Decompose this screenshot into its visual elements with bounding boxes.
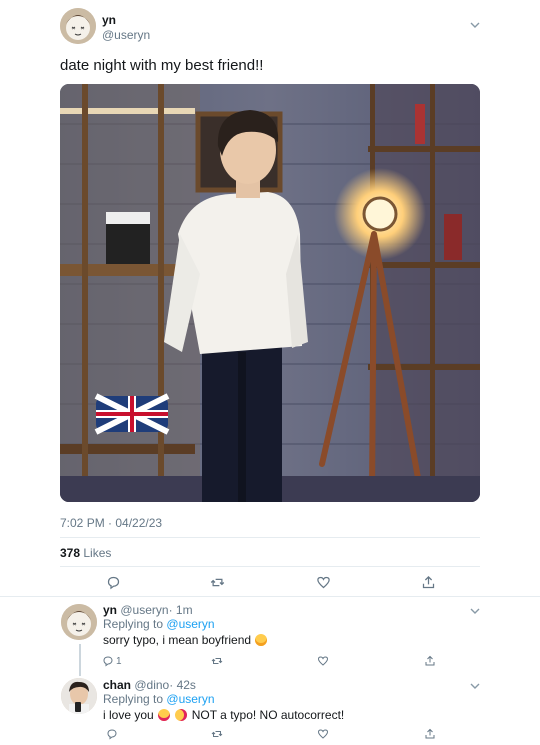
photo-image [60,84,480,502]
avatar[interactable] [60,8,96,44]
tweet-actions [60,572,480,592]
chevron-down-icon[interactable] [470,20,480,32]
replying-to-link[interactable]: @useryn [166,617,214,631]
chevron-down-icon[interactable] [470,681,480,693]
emoji-grin-sweat [255,634,268,646]
reply-actions [100,724,450,744]
author-handle[interactable]: @useryn [102,28,150,42]
avatar[interactable] [61,604,97,640]
chevron-down-icon[interactable] [470,606,480,618]
reply-icon[interactable] [102,724,122,744]
replying-to-label: Replying to [103,617,164,631]
divider [60,566,480,567]
author-name[interactable]: yn [102,13,116,27]
avatar-image [61,604,97,640]
share-icon[interactable] [420,724,440,744]
replying-to-link[interactable]: @useryn [166,692,214,706]
like-icon[interactable] [313,572,333,592]
avatar-image [60,8,96,44]
reply-text: sorry typo, i mean boyfriend [103,633,268,647]
like-icon[interactable] [313,651,333,671]
emoji-heart-eyes [158,709,171,721]
avatar[interactable] [61,678,97,714]
reply-actions: 1 [100,651,450,671]
reply-author[interactable]: chan @dino· 42s [103,678,196,692]
share-icon[interactable] [418,572,438,592]
tweet-photo[interactable] [60,84,480,502]
reply-time: · 1m [168,603,193,617]
tweet-text: date night with my best friend!! [60,57,264,74]
reply-time: · 42s [169,678,196,692]
emoji-kiss [175,709,188,721]
avatar-image [61,678,97,714]
replying-to: Replying to @useryn [103,692,215,706]
divider [0,596,540,597]
like-icon[interactable] [313,724,333,744]
likes-number: 378 [60,546,81,560]
replying-to-label: Replying to [103,692,164,706]
reply-author-handle: @useryn [120,603,169,617]
divider [60,537,480,538]
reply-icon[interactable] [103,572,123,592]
retweet-icon[interactable] [207,572,227,592]
reply-author-name: yn [103,603,118,617]
likes-count[interactable]: 378 Likes [60,546,111,560]
reply-author-handle: @dino [134,678,170,692]
retweet-icon[interactable] [207,724,227,744]
tweet-timestamp[interactable]: 7:02 PM · 04/22/23 [60,516,162,530]
reply-text-part1: i love you [103,708,154,722]
reply-text: i love you NOT a typo! NO autocorrect! [103,708,344,722]
reply-text-part2: NOT a typo! NO autocorrect! [191,708,345,722]
reply-author-name: chan [103,678,132,692]
reply-count: 1 [116,655,122,667]
share-icon[interactable] [420,651,440,671]
reply-author[interactable]: yn @useryn· 1m [103,603,193,617]
replying-to: Replying to @useryn [103,617,215,631]
likes-label: Likes [83,546,112,560]
reply-text-content: sorry typo, i mean boyfriend [103,633,252,647]
thread-line [79,644,81,676]
retweet-icon[interactable] [207,651,227,671]
reply-icon[interactable]: 1 [102,651,132,671]
